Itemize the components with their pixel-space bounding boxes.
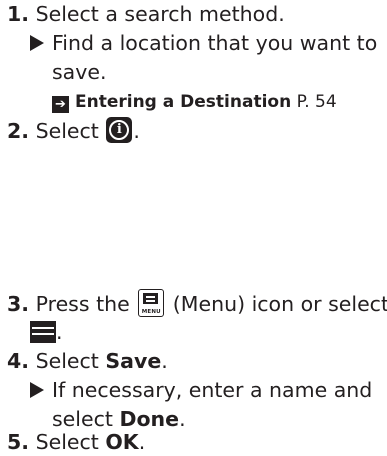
step-1: 1. Select a search method. xyxy=(7,0,285,28)
step-4-period: . xyxy=(161,349,168,373)
step-1-substep: Find a location that you want to xyxy=(30,29,377,57)
reference-title[interactable]: Entering a Destination xyxy=(75,92,291,112)
step-3-cont: . xyxy=(30,318,63,346)
bullet-triangle-icon xyxy=(30,382,44,398)
menu-icon-label: MENU xyxy=(141,309,161,315)
step-4-save-emphasis: Save xyxy=(105,349,162,373)
reference-page: P. 54 xyxy=(296,92,337,112)
step-3-number: 3. xyxy=(7,292,30,316)
step-2-text: Select xyxy=(35,119,99,143)
cross-reference[interactable]: ➔ Entering a Destination P. 54 xyxy=(52,88,337,116)
reference-arrow-icon: ➔ xyxy=(52,96,69,113)
step-5-period: . xyxy=(138,430,146,454)
step-1-substep-line2: save. xyxy=(52,60,107,84)
step-4-substep: If necessary, enter a name and xyxy=(30,376,372,404)
info-icon: i xyxy=(106,117,133,143)
step-5: 5. Select OK. xyxy=(7,428,145,456)
step-1-substep-cont: save. xyxy=(52,58,107,86)
step-2: 2. Select i. xyxy=(7,117,140,145)
step-4-substep-period: . xyxy=(179,407,186,431)
step-4-substep-line1: If necessary, enter a name and xyxy=(52,378,373,402)
step-3-text-before: Press the xyxy=(35,292,130,316)
step-3-period: . xyxy=(56,320,63,344)
step-5-text-before: Select xyxy=(35,430,99,454)
menu-button-icon: MENU xyxy=(138,289,165,317)
step-4-text-before: Select xyxy=(35,349,99,373)
list-menu-icon xyxy=(30,321,56,343)
step-5-ok-emphasis: OK xyxy=(105,430,139,454)
step-4: 4. Select Save. xyxy=(7,347,168,375)
step-2-number: 2. xyxy=(7,119,30,143)
step-1-substep-line1: Find a location that you want to xyxy=(52,31,378,55)
step-3-text-after: (Menu) icon or select xyxy=(172,292,387,316)
bullet-triangle-icon xyxy=(30,35,44,51)
step-4-number: 4. xyxy=(7,349,30,373)
step-2-period: . xyxy=(133,119,140,143)
step-1-number: 1. xyxy=(7,2,30,26)
step-5-number: 5. xyxy=(7,430,30,454)
step-3: 3. Press the MENU (Menu) icon or select xyxy=(7,289,387,318)
step-1-text: Select a search method. xyxy=(35,2,285,26)
